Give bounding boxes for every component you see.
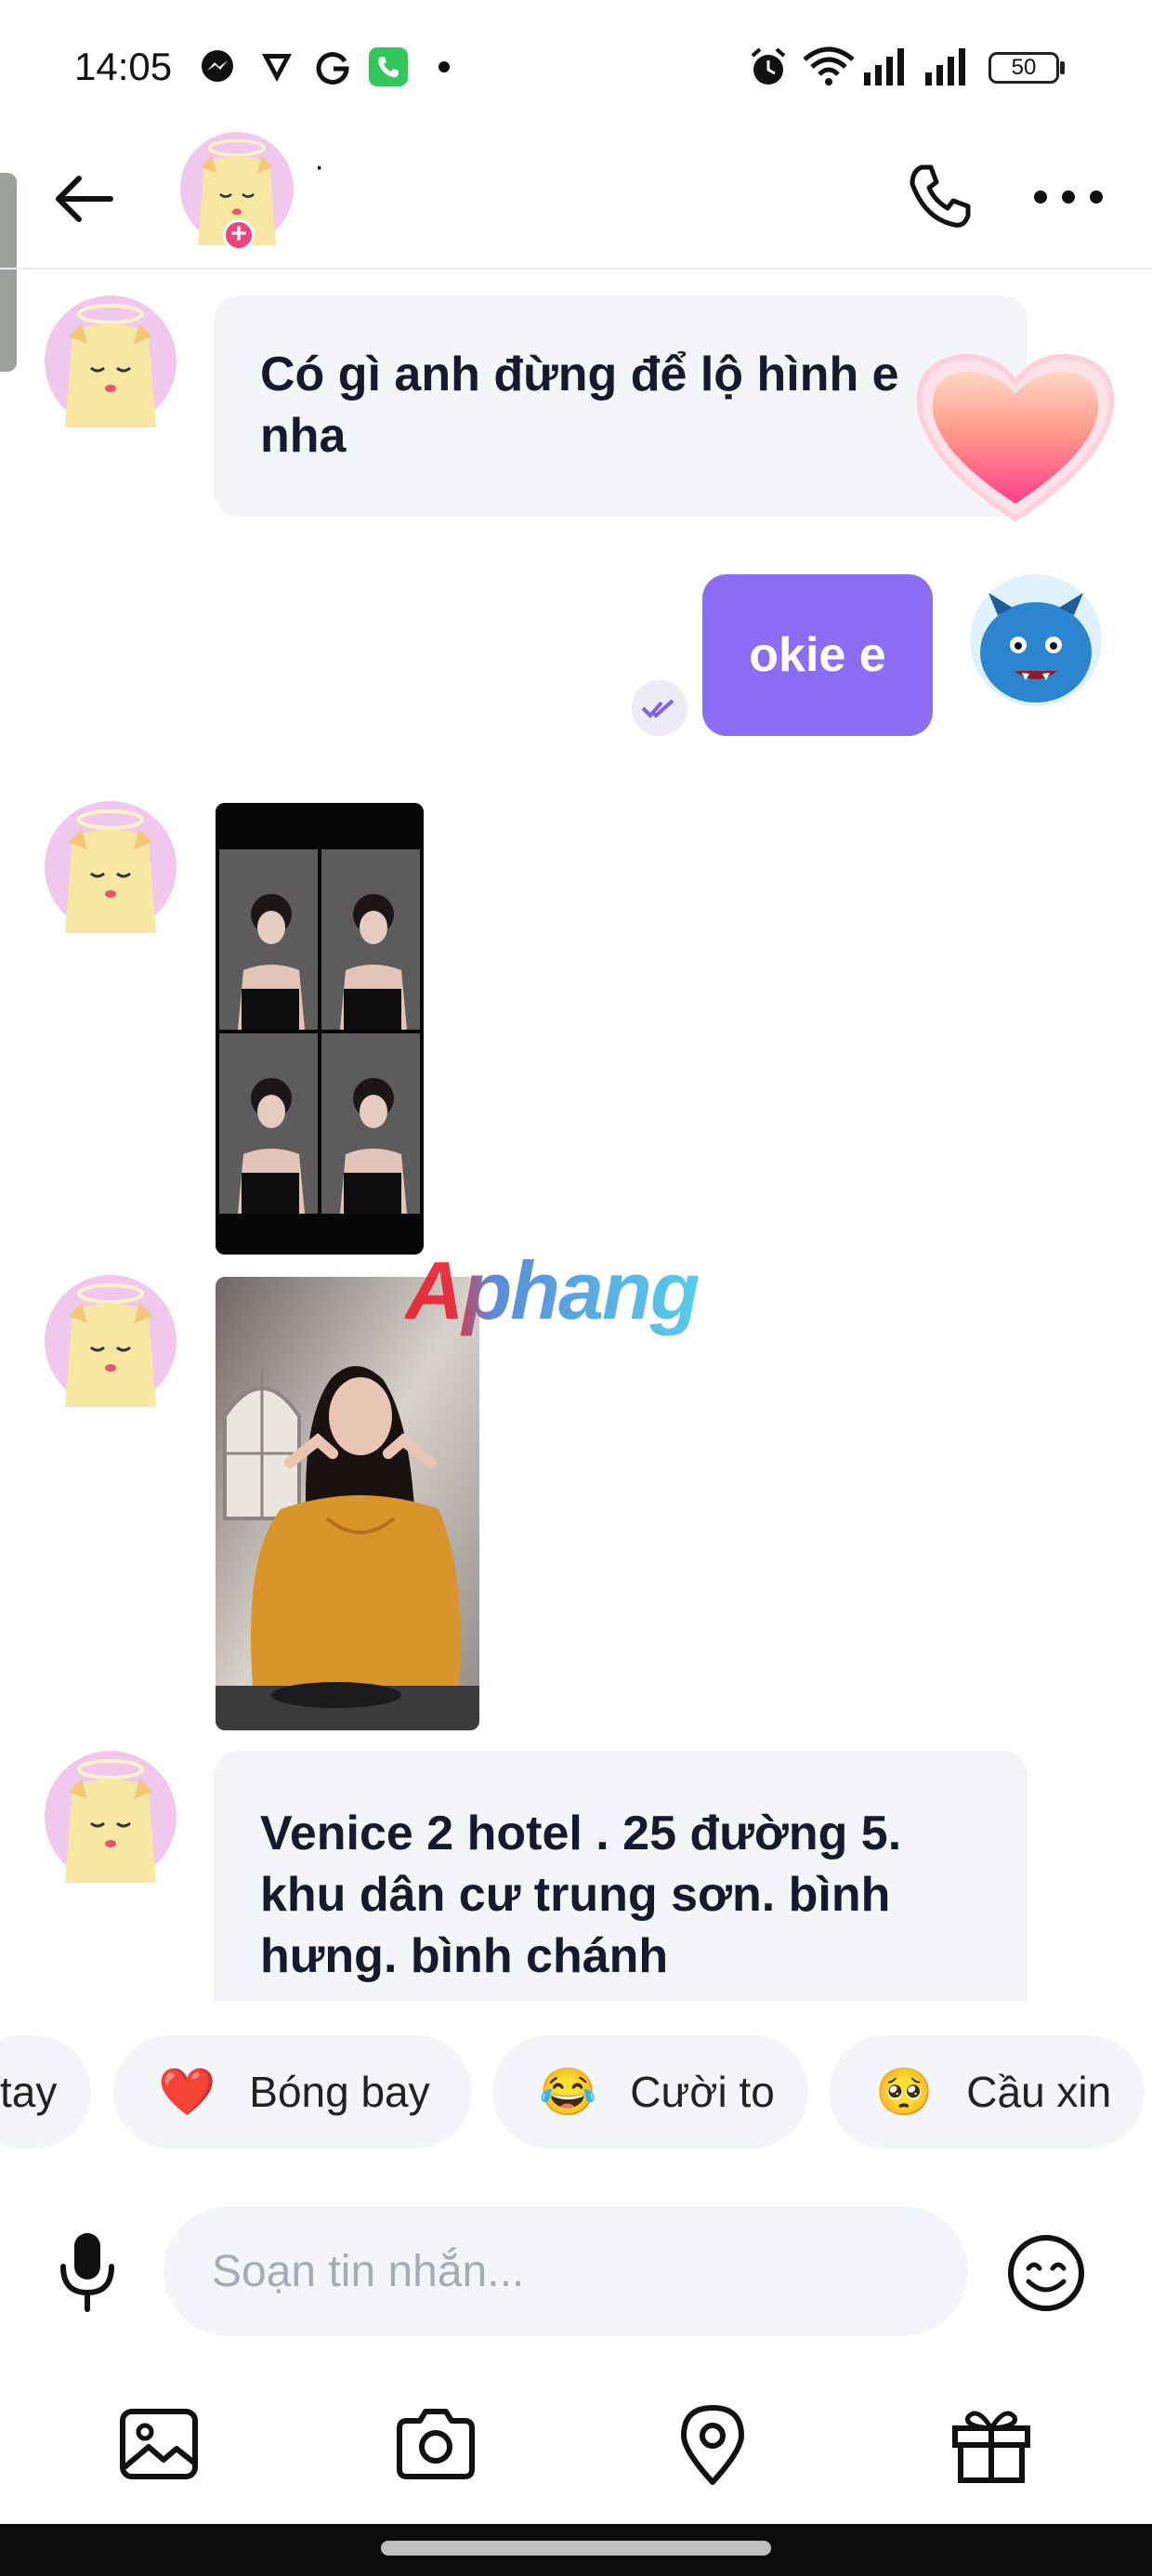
pleading-emoji-icon: 🥺: [875, 2065, 934, 2118]
blue-monster-avatar-icon: [970, 574, 1102, 706]
chip-label: tay: [0, 2068, 58, 2116]
chip-label: Bóng bay: [249, 2068, 430, 2116]
creature-avatar-icon: [45, 801, 177, 933]
double-check-icon: [641, 699, 674, 718]
watermark-logo: Aphang: [405, 1244, 700, 1336]
message-input[interactable]: [164, 2206, 968, 2336]
my-avatar[interactable]: [970, 574, 1102, 711]
battery-tip: [1060, 61, 1065, 74]
contact-name[interactable]: ·: [314, 149, 324, 185]
phone-icon: [910, 164, 971, 228]
dot-icon: [439, 61, 450, 72]
call-button[interactable]: [892, 149, 988, 245]
outgoing-message-bubble[interactable]: okie e: [702, 574, 933, 736]
heart-emoji-icon: ❤️: [158, 2065, 216, 2118]
more-dots-icon: [1034, 191, 1103, 204]
photo-image[interactable]: [216, 1277, 479, 1730]
home-gesture-handle[interactable]: [381, 2541, 771, 2556]
creature-avatar-icon: [45, 1751, 177, 1883]
incoming-avatar[interactable]: [45, 1751, 177, 1887]
status-time: 14:05: [74, 45, 173, 88]
photo-portrait: [216, 1277, 479, 1730]
more-options-button[interactable]: [1020, 149, 1117, 245]
status-bar: 14:05 50: [0, 0, 1152, 139]
phone-app-icon: [369, 47, 408, 86]
voice-record-button[interactable]: [41, 2225, 134, 2318]
smiley-icon: [1008, 2235, 1084, 2311]
reaction-chip[interactable]: 🥺 Cầu xin: [829, 2035, 1145, 2149]
signal-icon-1: [864, 48, 904, 85]
map-pin-icon: [681, 2405, 744, 2485]
chip-label: Cầu xin: [966, 2068, 1112, 2116]
back-arrow-icon: [56, 176, 113, 222]
camera-button[interactable]: [394, 2402, 478, 2486]
chip-label: Cười to: [630, 2068, 775, 2116]
camera-icon: [397, 2409, 475, 2479]
creature-avatar-icon: [45, 296, 177, 427]
gift-icon: [952, 2411, 1030, 2483]
heart-reaction-icon[interactable]: [910, 346, 1120, 528]
reaction-chip[interactable]: ❤️ Bóng bay: [113, 2035, 472, 2149]
chat-header: + ·: [0, 132, 1152, 269]
incoming-message-bubble[interactable]: Có gì anh đừng để lộ hình e nha: [214, 296, 1028, 517]
message-text: Venice 2 hotel . 25 đường 5. khu dân cư …: [260, 1807, 902, 1983]
location-button[interactable]: [671, 2402, 754, 2486]
incoming-avatar[interactable]: [45, 1275, 177, 1412]
incoming-avatar[interactable]: [45, 296, 177, 432]
creature-avatar-icon: [45, 1275, 177, 1407]
shield-icon: [262, 54, 292, 82]
laughing-emoji-icon: 😂: [539, 2065, 597, 2118]
incoming-avatar[interactable]: [45, 801, 177, 938]
messenger-icon: [202, 50, 233, 82]
alarm-icon: [751, 47, 786, 85]
add-contact-badge[interactable]: +: [223, 219, 255, 251]
reaction-chip[interactable]: 😂 Cười to: [492, 2035, 808, 2149]
gift-button[interactable]: [949, 2402, 1033, 2486]
microphone-icon: [60, 2233, 114, 2312]
photo-collage-image[interactable]: [216, 803, 424, 1255]
back-button[interactable]: [37, 152, 130, 245]
image-icon: [120, 2409, 198, 2479]
message-text: okie e: [749, 628, 886, 682]
emoji-picker-button[interactable]: [998, 2225, 1094, 2321]
photo-collage: [216, 803, 424, 1255]
message-text: Có gì anh đừng để lộ hình e nha: [260, 348, 899, 463]
read-receipt: [632, 680, 687, 736]
signal-icon-2: [925, 48, 965, 85]
wifi-icon: [803, 46, 855, 85]
battery-indicator: 50: [988, 52, 1059, 84]
incoming-message-bubble[interactable]: Venice 2 hotel . 25 đường 5. khu dân cư …: [214, 1751, 1028, 2002]
reaction-chip[interactable]: tay: [0, 2035, 91, 2149]
battery-level: 50: [1011, 55, 1037, 80]
google-icon: [316, 52, 349, 85]
gallery-button[interactable]: [117, 2402, 201, 2486]
